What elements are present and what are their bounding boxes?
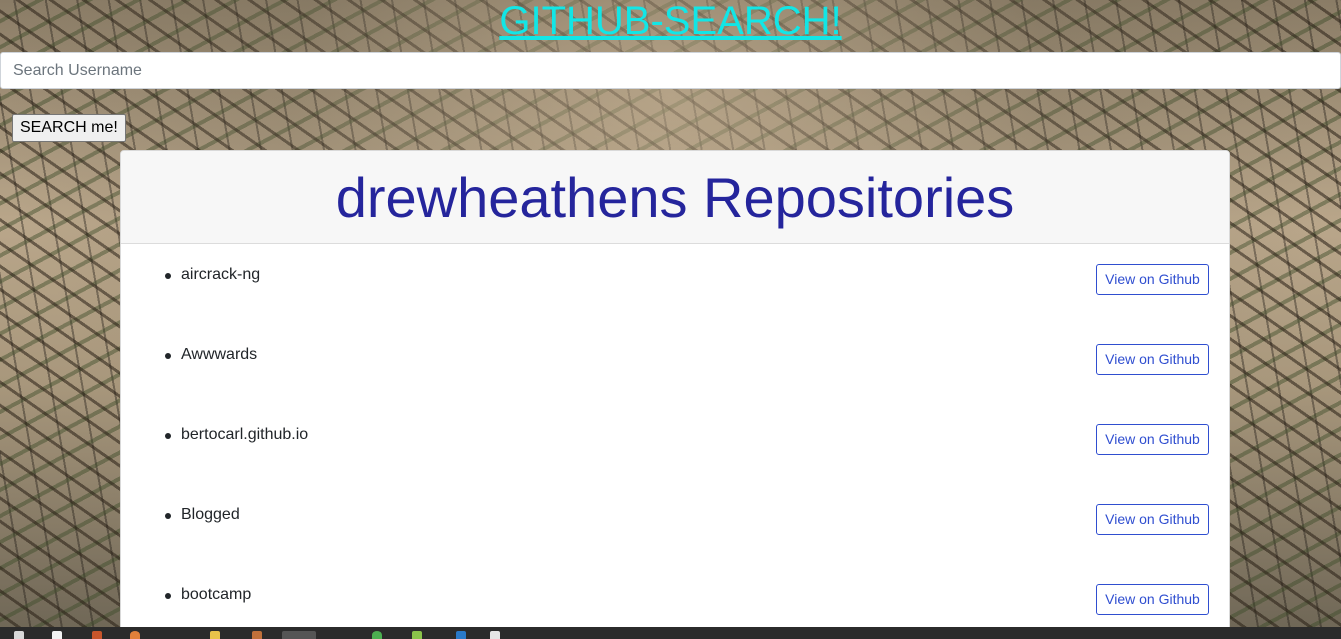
repository-item: Awwwards View on Github	[121, 324, 1229, 404]
repositories-heading: drewheathens Repositories	[335, 166, 1015, 229]
app-icon[interactable]	[92, 631, 102, 639]
bullet-icon	[165, 433, 171, 439]
view-on-github-button[interactable]: View on Github	[1096, 424, 1209, 455]
repository-name: Blogged	[181, 506, 240, 523]
repository-name: bootcamp	[181, 586, 252, 603]
browser-icon[interactable]	[130, 631, 140, 639]
repositories-card: drewheathens Repositories aircrack-ng Vi…	[120, 150, 1230, 639]
page-header: GITHUB-SEARCH!	[0, 0, 1341, 52]
bullet-icon	[165, 513, 171, 519]
view-on-github-button[interactable]: View on Github	[1096, 584, 1209, 615]
search-button[interactable]: SEARCH me!	[12, 114, 126, 142]
bullet-icon	[165, 273, 171, 279]
view-on-github-button[interactable]: View on Github	[1096, 344, 1209, 375]
active-app-icon[interactable]	[282, 631, 316, 639]
document-icon[interactable]	[52, 631, 62, 639]
repository-list: aircrack-ng View on Github Awwwards View…	[121, 244, 1229, 638]
view-on-github-button[interactable]: View on Github	[1096, 504, 1209, 535]
repository-name: Awwwards	[181, 346, 258, 363]
repository-name: aircrack-ng	[181, 266, 261, 283]
android-icon[interactable]	[412, 631, 422, 639]
repository-item: Blogged View on Github	[121, 484, 1229, 564]
bullet-icon	[165, 353, 171, 359]
editor-icon[interactable]	[456, 631, 466, 639]
repository-name: bertocarl.github.io	[181, 426, 309, 443]
app-title-link[interactable]: GITHUB-SEARCH!	[499, 0, 841, 42]
os-taskbar	[0, 627, 1341, 639]
repository-item: bertocarl.github.io View on Github	[121, 404, 1229, 484]
folder-icon[interactable]	[210, 631, 220, 639]
files-icon[interactable]	[14, 631, 24, 639]
settings-icon[interactable]	[252, 631, 262, 639]
view-on-github-button[interactable]: View on Github	[1096, 264, 1209, 295]
search-username-input[interactable]	[0, 52, 1341, 89]
repository-item: aircrack-ng View on Github	[121, 244, 1229, 324]
text-icon[interactable]	[490, 631, 500, 639]
chrome-icon[interactable]	[372, 631, 382, 639]
repositories-card-header: drewheathens Repositories	[121, 151, 1229, 244]
bullet-icon	[165, 593, 171, 599]
